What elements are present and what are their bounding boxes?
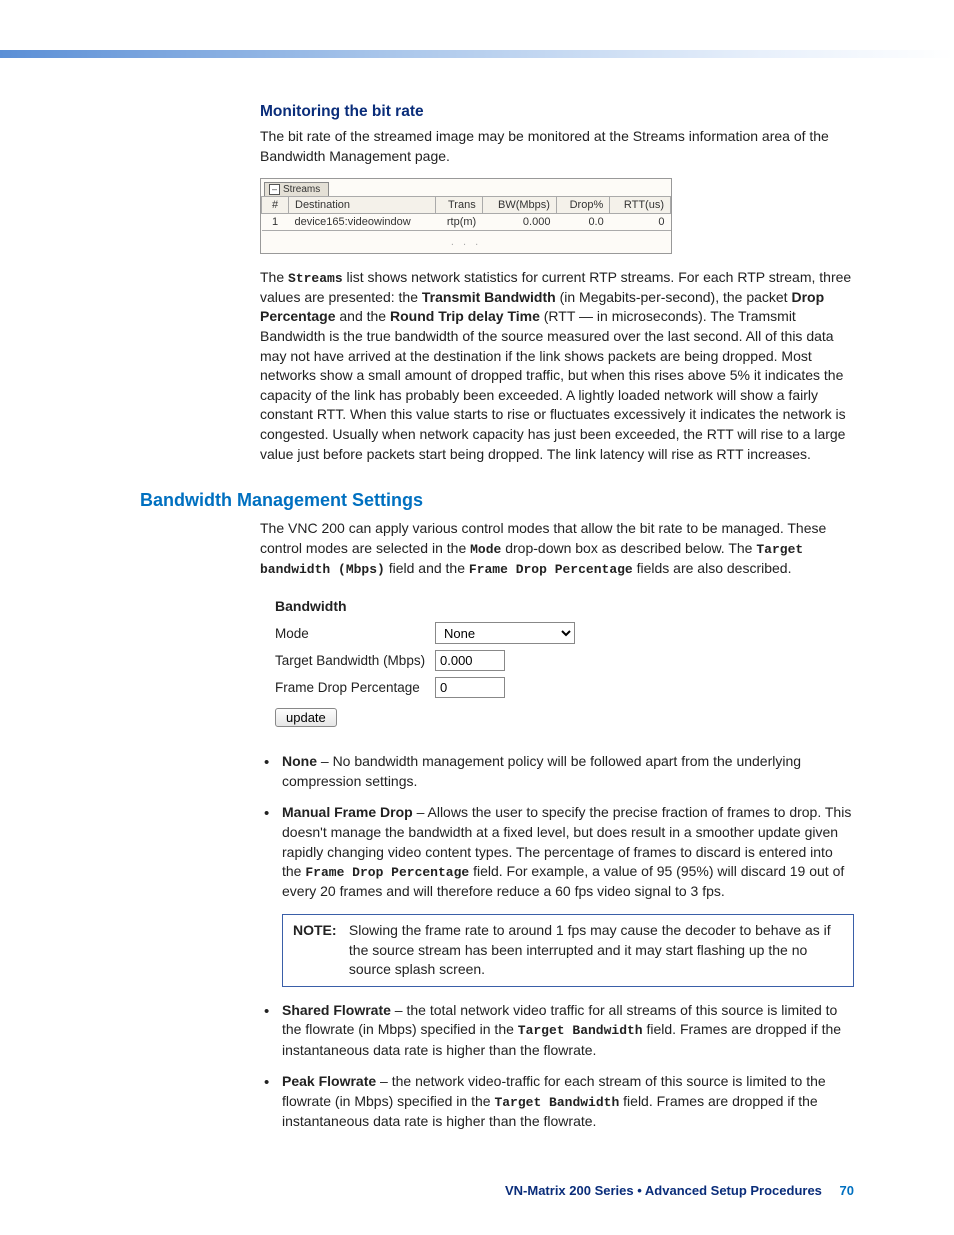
bullet-shared-flowrate: Shared Flowrate – the total network vide… [260, 1001, 854, 1060]
t: and the [335, 308, 390, 324]
sf-label: Shared Flowrate [282, 1002, 391, 1018]
t: drop-down box as described below. The [501, 540, 756, 556]
code-fdp: Frame Drop Percentage [469, 562, 633, 577]
t: – No bandwidth management policy will be… [282, 753, 801, 789]
code-tbw3: Target Bandwidth [494, 1095, 619, 1110]
update-button[interactable]: update [275, 708, 337, 727]
col-num: # [262, 197, 289, 214]
page-top-gradient [0, 50, 954, 58]
t: The [260, 269, 288, 285]
code-streams: Streams [288, 271, 343, 286]
table-pad: . . . [262, 231, 671, 253]
monitoring-intro: The bit rate of the streamed image may b… [260, 127, 854, 166]
bullet-peak-flowrate: Peak Flowrate – the network video-traffi… [260, 1072, 854, 1131]
note-body: Slowing the frame rate to around 1 fps m… [349, 921, 839, 980]
page-number: 70 [840, 1183, 854, 1198]
t: fields are also described. [633, 560, 792, 576]
streams-tab[interactable]: –Streams [264, 182, 329, 196]
cell-trans: rtp(m) [435, 214, 482, 231]
col-dest: Destination [289, 197, 436, 214]
footer-text: VN-Matrix 200 Series • Advanced Setup Pr… [505, 1183, 822, 1198]
code-fdp2: Frame Drop Percentage [305, 865, 469, 880]
cell-num: 1 [262, 214, 289, 231]
pf-label: Peak Flowrate [282, 1073, 376, 1089]
note-label: NOTE: [293, 921, 345, 941]
bw-settings-intro: The VNC 200 can apply various control mo… [260, 519, 854, 579]
t: field and the [385, 560, 469, 576]
bandwidth-form-title: Bandwidth [275, 598, 595, 614]
bold-transmit-bandwidth: Transmit Bandwidth [422, 289, 556, 305]
bullet-manual-frame-drop: Manual Frame Drop – Allows the user to s… [260, 803, 854, 902]
bold-rtt: Round Trip delay Time [390, 308, 540, 324]
t: (in Megabits-per-second), the packet [556, 289, 792, 305]
code-mode: Mode [470, 542, 501, 557]
streams-description: The Streams list shows network statistic… [260, 268, 854, 465]
streams-panel: –Streams # Destination Trans BW(Mbps) Dr… [260, 178, 672, 254]
heading-bandwidth-mgmt-settings: Bandwidth Management Settings [140, 490, 854, 511]
col-trans: Trans [435, 197, 482, 214]
frame-drop-label: Frame Drop Percentage [275, 680, 435, 695]
target-bw-input[interactable] [435, 650, 505, 671]
mode-select[interactable]: None [435, 622, 575, 644]
col-drop: Drop% [556, 197, 609, 214]
cell-bw: 0.000 [482, 214, 556, 231]
heading-monitoring-bit-rate: Monitoring the bit rate [260, 103, 854, 121]
target-bw-label: Target Bandwidth (Mbps) [275, 653, 435, 668]
bandwidth-form: Bandwidth Mode None Target Bandwidth (Mb… [260, 591, 604, 736]
note-box: NOTE: Slowing the frame rate to around 1… [282, 914, 854, 987]
code-tbw2: Target Bandwidth [518, 1023, 643, 1038]
table-header-row: # Destination Trans BW(Mbps) Drop% RTT(u… [262, 197, 671, 214]
none-label: None [282, 753, 317, 769]
bullet-none: None – No bandwidth management policy wi… [260, 752, 854, 791]
collapse-icon[interactable]: – [269, 184, 280, 195]
frame-drop-input[interactable] [435, 677, 505, 698]
cell-drop: 0.0 [556, 214, 609, 231]
cell-rtt: 0 [610, 214, 671, 231]
streams-table: # Destination Trans BW(Mbps) Drop% RTT(u… [261, 196, 671, 253]
t: (RTT — in microseconds). The Tramsmit Ba… [260, 308, 846, 461]
col-bw: BW(Mbps) [482, 197, 556, 214]
mfd-label: Manual Frame Drop [282, 804, 413, 820]
table-row: 1 device165:videowindow rtp(m) 0.000 0.0… [262, 214, 671, 231]
cell-dest: device165:videowindow [289, 214, 436, 231]
mode-label: Mode [275, 626, 435, 641]
col-rtt: RTT(us) [610, 197, 671, 214]
streams-tab-label: Streams [283, 184, 320, 195]
page-footer: VN-Matrix 200 Series • Advanced Setup Pr… [0, 1173, 954, 1228]
